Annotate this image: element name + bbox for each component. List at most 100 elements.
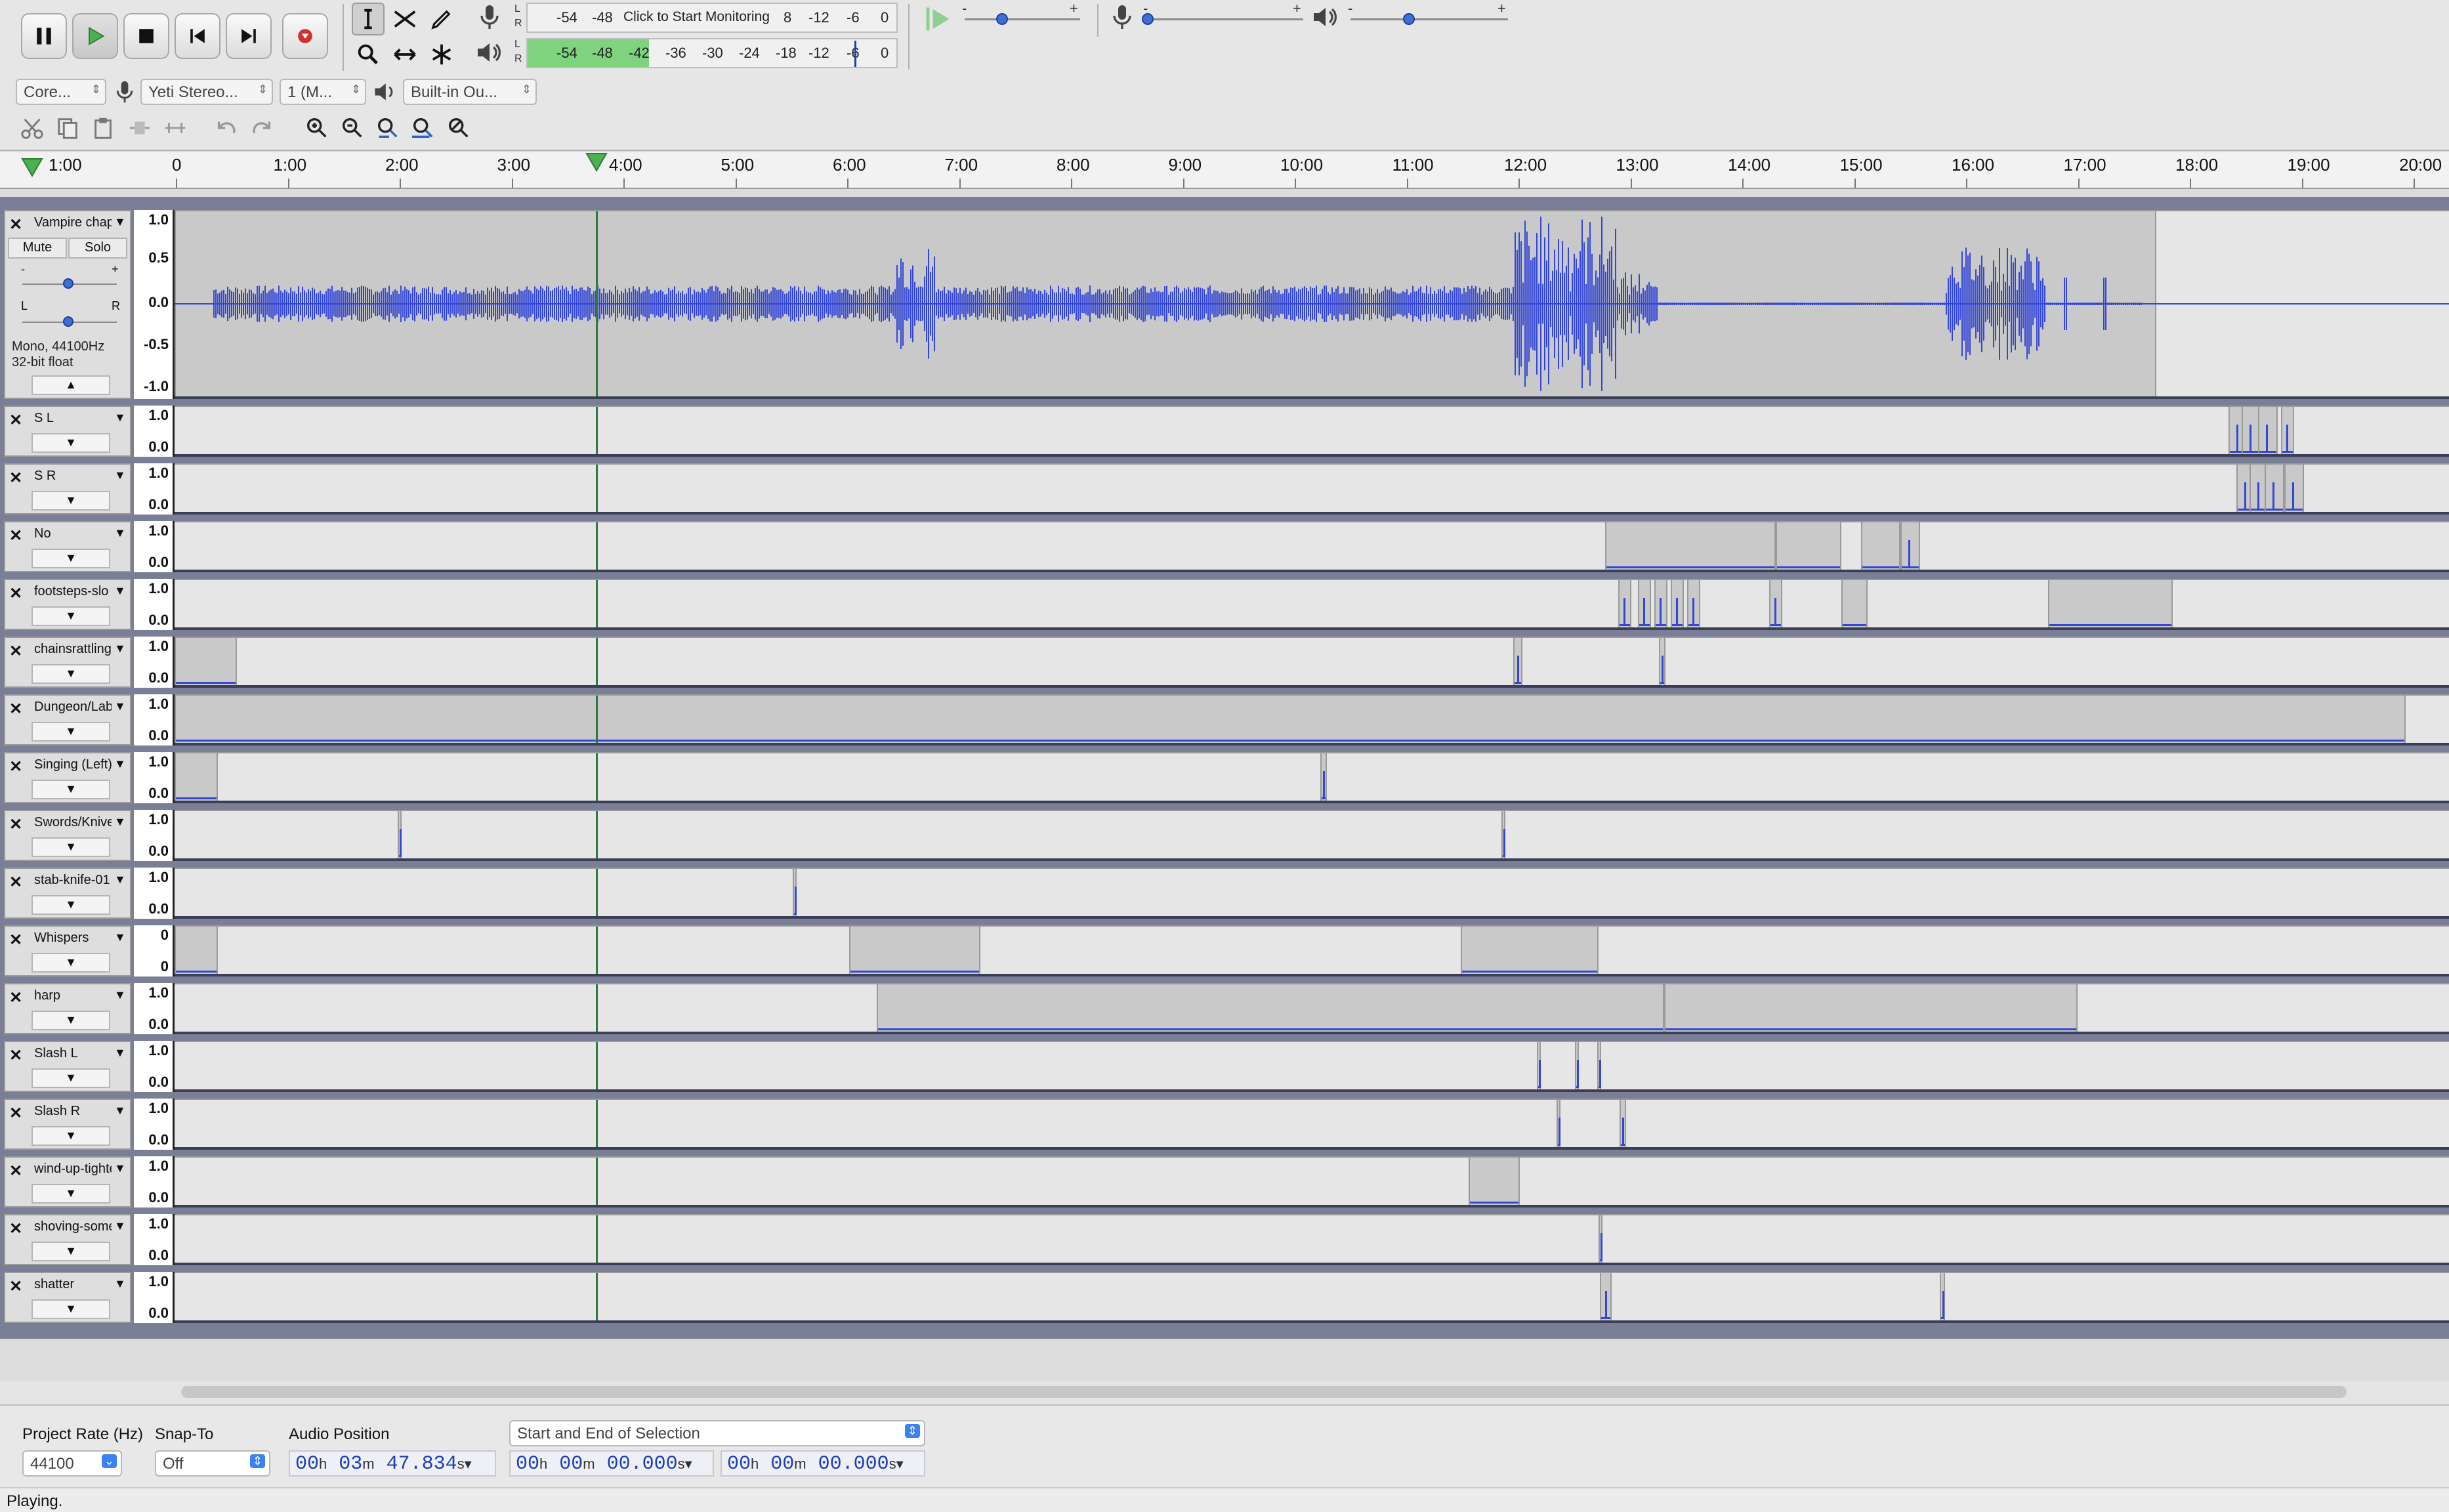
expand-track-button[interactable]: ▼ bbox=[31, 895, 110, 915]
track-name[interactable]: Singing (Left) bbox=[34, 757, 112, 772]
collapse-track-button[interactable]: ▲ bbox=[31, 375, 110, 395]
track-menu-arrow-icon[interactable]: ▼ bbox=[114, 1104, 126, 1118]
microphone-icon[interactable] bbox=[476, 3, 503, 35]
track-control-panel[interactable]: ✕ Slash R ▼ ▼ bbox=[4, 1099, 131, 1150]
track-12[interactable]: ✕ Slash R ▼ ▼ 1.0 0.0 bbox=[0, 1099, 2449, 1150]
waveform-area[interactable] bbox=[175, 463, 2449, 514]
waveform-area[interactable] bbox=[175, 1041, 2449, 1092]
copy-button[interactable] bbox=[51, 112, 84, 144]
track-menu-arrow-icon[interactable]: ▼ bbox=[114, 873, 126, 887]
zoom-out-button[interactable] bbox=[336, 112, 369, 144]
track-menu-arrow-icon[interactable]: ▼ bbox=[114, 584, 126, 598]
audio-clip[interactable] bbox=[1537, 1042, 1541, 1089]
audio-clip[interactable] bbox=[1501, 811, 1505, 858]
waveform-area[interactable] bbox=[175, 637, 2449, 688]
audio-clip[interactable] bbox=[2048, 580, 2173, 627]
track-0[interactable]: ✕ S L ▼ ▼ 1.0 0.0 bbox=[0, 406, 2449, 457]
chevron-down-icon[interactable]: ▾ bbox=[896, 1456, 904, 1472]
audio-position-field[interactable]: 00h 03m 47.834s▾ bbox=[289, 1450, 496, 1477]
selection-end-field[interactable]: 00h 00m 00.000s▾ bbox=[721, 1450, 925, 1477]
audio-clip[interactable] bbox=[1618, 580, 1631, 627]
output-device-select[interactable]: Built-in Ou... ⇕ bbox=[403, 79, 537, 105]
track-9[interactable]: ✕ Whispers ▼ ▼ 0 0 bbox=[0, 925, 2449, 976]
track-4[interactable]: ✕ chainsrattling ▼ ▼ 1.0 0.0 bbox=[0, 637, 2449, 688]
track-menu-arrow-icon[interactable]: ▼ bbox=[114, 526, 126, 540]
gain-knob[interactable] bbox=[63, 278, 73, 289]
audio-clip[interactable] bbox=[175, 753, 218, 801]
close-track-icon[interactable]: ✕ bbox=[9, 642, 22, 661]
close-track-icon[interactable]: ✕ bbox=[9, 1162, 22, 1181]
track-menu-arrow-icon[interactable]: ▼ bbox=[114, 1219, 126, 1233]
audio-clip[interactable] bbox=[175, 696, 2406, 743]
track-name[interactable]: S R bbox=[34, 469, 112, 484]
close-track-icon[interactable]: ✕ bbox=[9, 931, 22, 950]
playback-meter[interactable]: -54 -48 -42 -36 -30 -24 -18 -12 -6 0 bbox=[526, 38, 898, 68]
track-menu-arrow-icon[interactable]: ▼ bbox=[114, 642, 126, 656]
track-menu-arrow-icon[interactable]: ▼ bbox=[114, 988, 126, 1002]
close-track-icon[interactable]: ✕ bbox=[9, 757, 22, 776]
track-menu-arrow-icon[interactable]: ▼ bbox=[114, 931, 126, 944]
close-track-icon[interactable]: ✕ bbox=[9, 988, 22, 1007]
close-track-icon[interactable]: ✕ bbox=[9, 1219, 22, 1238]
fit-project-button[interactable] bbox=[407, 112, 440, 144]
expand-track-button[interactable]: ▼ bbox=[31, 780, 110, 799]
audio-clip[interactable] bbox=[1599, 1215, 1602, 1263]
monitor-text[interactable]: Click to Start Monitoring bbox=[623, 9, 770, 25]
input-device-select[interactable]: Yeti Stereo... ⇕ bbox=[140, 79, 273, 105]
skip-to-end-button[interactable] bbox=[226, 13, 272, 59]
track-menu-arrow-icon[interactable]: ▼ bbox=[114, 700, 126, 713]
close-track-icon[interactable]: ✕ bbox=[9, 215, 22, 234]
timeline-ruler[interactable]: 1:00 0 1:00 2:00 3:00 4:00 5:00 6:00 7:00 8:00 9:… bbox=[0, 152, 2449, 189]
track-7[interactable]: ✕ Swords/Knive ▼ ▼ 1.0 0.0 bbox=[0, 810, 2449, 861]
track-control-panel[interactable]: ✕ No ▼ ▼ bbox=[4, 521, 131, 572]
audio-clip[interactable] bbox=[1638, 580, 1651, 627]
track-name[interactable]: Slash R bbox=[34, 1104, 112, 1119]
waveform-area[interactable] bbox=[175, 521, 2449, 572]
output-volume-slider[interactable] bbox=[1350, 18, 1508, 20]
close-track-icon[interactable]: ✕ bbox=[9, 873, 22, 892]
expand-track-button[interactable]: ▼ bbox=[31, 1299, 110, 1319]
scrollbar-thumb[interactable] bbox=[181, 1386, 2347, 1398]
pan-knob[interactable] bbox=[63, 316, 73, 327]
audio-clip[interactable] bbox=[398, 811, 402, 858]
track-14[interactable]: ✕ shoving-some ▼ ▼ 1.0 0.0 bbox=[0, 1214, 2449, 1265]
draw-tool[interactable] bbox=[425, 3, 458, 35]
speaker-icon[interactable] bbox=[474, 38, 503, 70]
track-15[interactable]: ✕ shatter ▼ ▼ 1.0 0.0 bbox=[0, 1272, 2449, 1323]
expand-track-button[interactable]: ▼ bbox=[31, 837, 110, 857]
audio-clip[interactable] bbox=[1687, 580, 1700, 627]
close-track-icon[interactable]: ✕ bbox=[9, 700, 22, 719]
track-control-panel[interactable]: ✕ Whispers ▼ ▼ bbox=[4, 925, 131, 976]
expand-track-button[interactable]: ▼ bbox=[31, 549, 110, 568]
track-name[interactable]: Dungeon/Lab bbox=[34, 700, 112, 715]
track-menu-arrow-icon[interactable]: ▼ bbox=[114, 1162, 126, 1175]
track-10[interactable]: ✕ harp ▼ ▼ 1.0 0.0 bbox=[0, 983, 2449, 1034]
audio-clip[interactable] bbox=[2284, 465, 2304, 512]
audio-clip[interactable] bbox=[1769, 580, 1782, 627]
track-control-panel[interactable]: ✕ Vampire chap ▼ Mute Solo - + L R Mono,… bbox=[4, 210, 131, 399]
track-name[interactable]: Whispers bbox=[34, 931, 112, 946]
audio-clip[interactable] bbox=[1597, 1042, 1601, 1089]
time-shift-tool[interactable] bbox=[388, 38, 421, 71]
track-8[interactable]: ✕ stab-knife-01 ▼ ▼ 1.0 0.0 bbox=[0, 868, 2449, 919]
track-name[interactable]: shatter bbox=[34, 1277, 112, 1292]
audio-clip[interactable] bbox=[877, 984, 1664, 1032]
audio-clip[interactable] bbox=[1940, 1273, 1945, 1320]
expand-track-button[interactable]: ▼ bbox=[31, 1184, 110, 1204]
track-13[interactable]: ✕ wind-up-tighte ▼ ▼ 1.0 0.0 bbox=[0, 1156, 2449, 1208]
waveform-area[interactable] bbox=[175, 579, 2449, 630]
track-2[interactable]: ✕ No ▼ ▼ 1.0 0.0 bbox=[0, 521, 2449, 572]
close-track-icon[interactable]: ✕ bbox=[9, 815, 22, 834]
expand-track-button[interactable]: ▼ bbox=[31, 433, 110, 453]
waveform-area[interactable] bbox=[175, 925, 2449, 976]
track-vampire[interactable]: ✕ Vampire chap ▼ Mute Solo - + L R Mono,… bbox=[0, 210, 2449, 399]
selection-tool[interactable] bbox=[352, 3, 385, 35]
track-name[interactable]: shoving-some bbox=[34, 1219, 112, 1234]
waveform-area[interactable] bbox=[175, 1214, 2449, 1265]
track-menu-arrow-icon[interactable]: ▼ bbox=[114, 815, 126, 829]
audio-clip[interactable] bbox=[1461, 927, 1599, 974]
chevron-down-icon[interactable]: ▾ bbox=[465, 1456, 472, 1472]
zoom-in-button[interactable] bbox=[301, 112, 333, 144]
waveform-area[interactable] bbox=[175, 406, 2449, 457]
audio-clip[interactable] bbox=[1659, 638, 1665, 685]
